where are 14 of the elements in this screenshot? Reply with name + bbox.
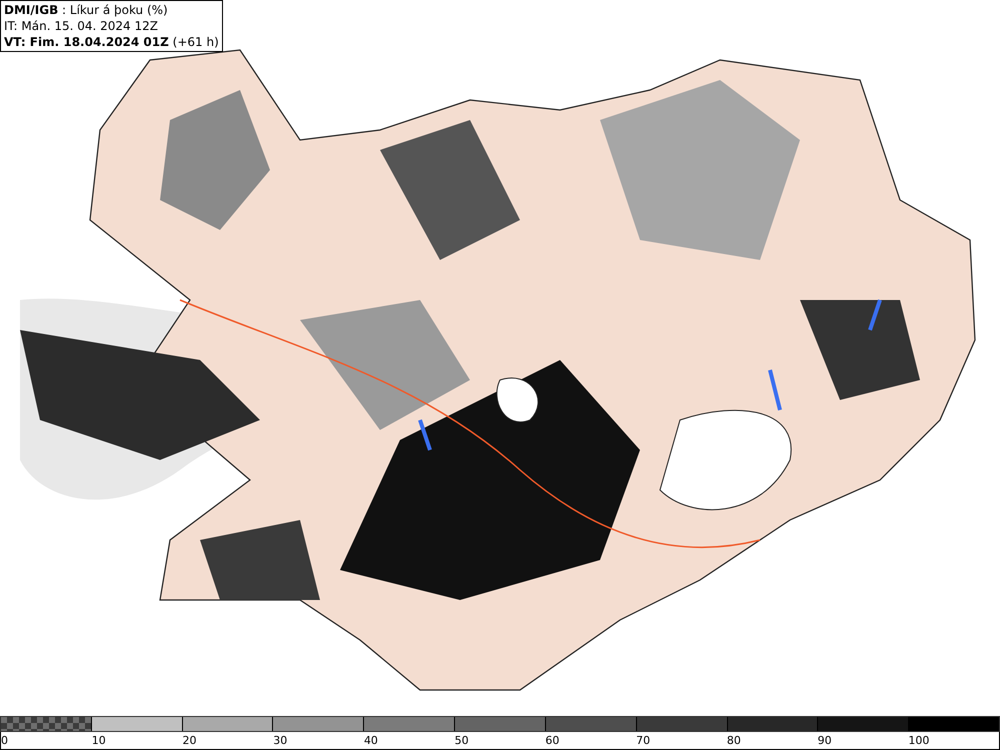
legend-label: 50 bbox=[454, 734, 469, 747]
info-line: IT: Mán. 15. 04. 2024 12Z bbox=[4, 18, 159, 34]
legend-label: 90 bbox=[818, 734, 832, 747]
legend-label: 30 bbox=[273, 734, 288, 747]
legend-label: 20 bbox=[182, 734, 196, 747]
legend-label: 10 bbox=[92, 734, 106, 747]
legend-label: 70 bbox=[636, 734, 650, 747]
info-line: VT: Fim. 18.04.2024 01Z (+61 h) bbox=[4, 34, 219, 50]
info-line: DMI/IGB : Líkur á þoku (%) bbox=[4, 2, 169, 18]
legend-label: 0 bbox=[1, 734, 8, 747]
legend-label: 60 bbox=[545, 734, 560, 747]
legend-label: 100 bbox=[908, 734, 930, 747]
legend-label: 80 bbox=[726, 734, 741, 747]
legend-label: 40 bbox=[364, 734, 378, 747]
